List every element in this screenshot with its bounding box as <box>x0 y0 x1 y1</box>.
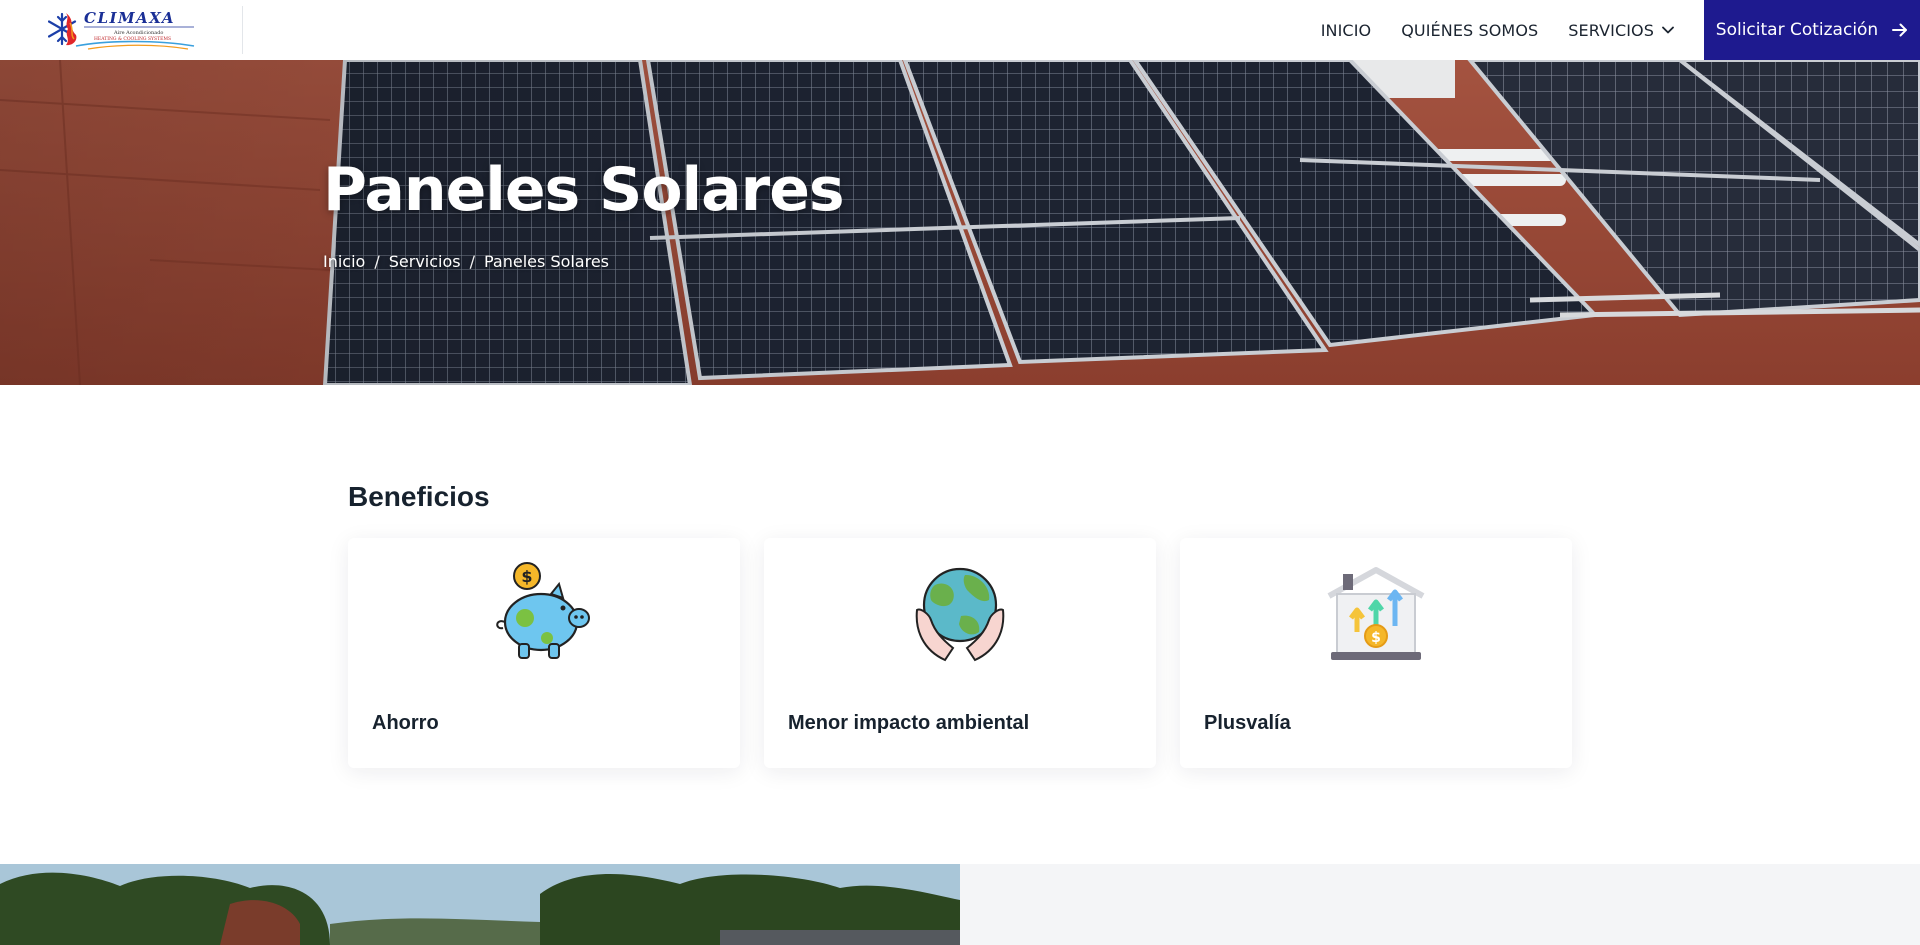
svg-text:$: $ <box>521 567 532 586</box>
hero-banner: Paneles Solares Inicio / Servicios / Pan… <box>0 60 1920 385</box>
site-header: CLIMAXA Aire Acondicionado HEATING & COO… <box>0 0 1920 60</box>
breadcrumb: Inicio / Servicios / Paneles Solares <box>323 252 609 271</box>
main-nav: INICIO QUIÉNES SOMOS SERVICIOS <box>1321 0 1674 60</box>
logo-icon: CLIMAXA Aire Acondicionado HEATING & COO… <box>48 9 195 50</box>
benefit-card-impacto-ambiental: Menor impacto ambiental <box>764 538 1156 768</box>
arrow-right-icon <box>1892 23 1908 37</box>
nav-quienes-somos[interactable]: QUIÉNES SOMOS <box>1401 21 1538 40</box>
breadcrumb-servicios[interactable]: Servicios <box>389 252 461 271</box>
page-title: Paneles Solares <box>323 155 845 225</box>
piggy-bank-icon: $ <box>496 562 590 659</box>
breadcrumb-inicio[interactable]: Inicio <box>323 252 365 271</box>
breadcrumb-current: Paneles Solares <box>483 252 610 271</box>
nav-quienes-somos-label: QUIÉNES SOMOS <box>1401 20 1539 40</box>
nav-servicios-label: SERVICIOS <box>1568 20 1654 40</box>
nav-inicio[interactable]: INICIO <box>1321 21 1372 40</box>
benefit-label: Plusvalía <box>1204 712 1291 734</box>
globe-in-hands-icon <box>915 567 1005 662</box>
svg-text:CLIMAXA: CLIMAXA <box>84 9 175 27</box>
house-value-icon: $ <box>1327 567 1425 660</box>
svg-text:Aire Acondicionado: Aire Acondicionado <box>113 30 163 36</box>
climaxa-logo[interactable]: CLIMAXA Aire Acondicionado HEATING & COO… <box>48 6 196 52</box>
benefits-heading: Beneficios <box>348 481 490 512</box>
cta-label: Solicitar Cotización <box>1715 20 1879 40</box>
breadcrumb-separator: / <box>469 252 475 271</box>
trees-photo <box>0 864 960 945</box>
benefit-card-plusvalia: $ Plusvalía <box>1180 538 1572 768</box>
nav-inicio-label: INICIO <box>1320 20 1372 40</box>
benefit-label: Ahorro <box>372 712 439 734</box>
installation-photo <box>0 864 960 945</box>
header-divider <box>242 6 243 54</box>
solicitar-cotizacion-button[interactable]: Solicitar Cotización <box>1704 0 1920 60</box>
breadcrumb-separator: / <box>374 252 380 271</box>
solar-panels-image <box>0 60 1920 385</box>
benefit-card-ahorro: $ Ahorro <box>348 538 740 768</box>
benefit-label: Menor impacto ambiental <box>788 712 1030 734</box>
chevron-down-icon <box>1662 26 1674 34</box>
svg-text:$: $ <box>1371 630 1381 646</box>
nav-servicios[interactable]: SERVICIOS <box>1568 21 1674 40</box>
content-panel <box>960 864 1920 945</box>
